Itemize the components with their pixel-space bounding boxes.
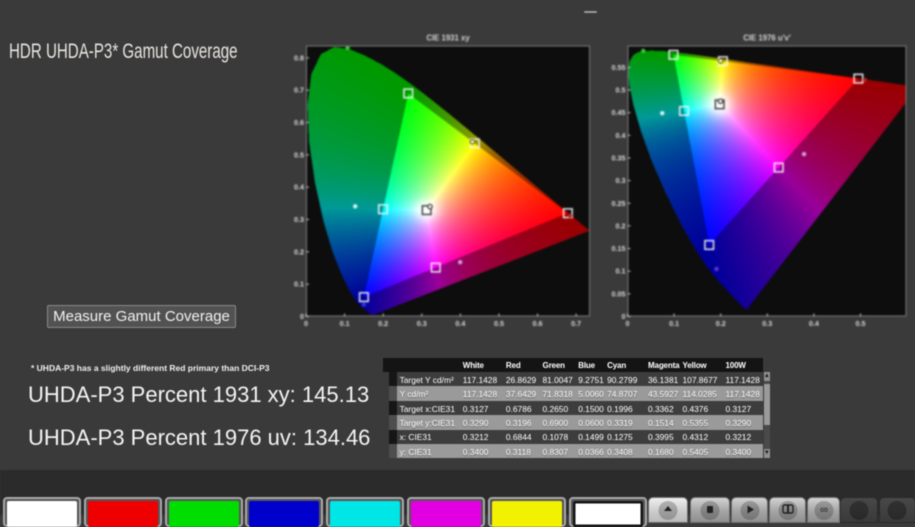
svg-text:∞: ∞ (820, 504, 828, 515)
